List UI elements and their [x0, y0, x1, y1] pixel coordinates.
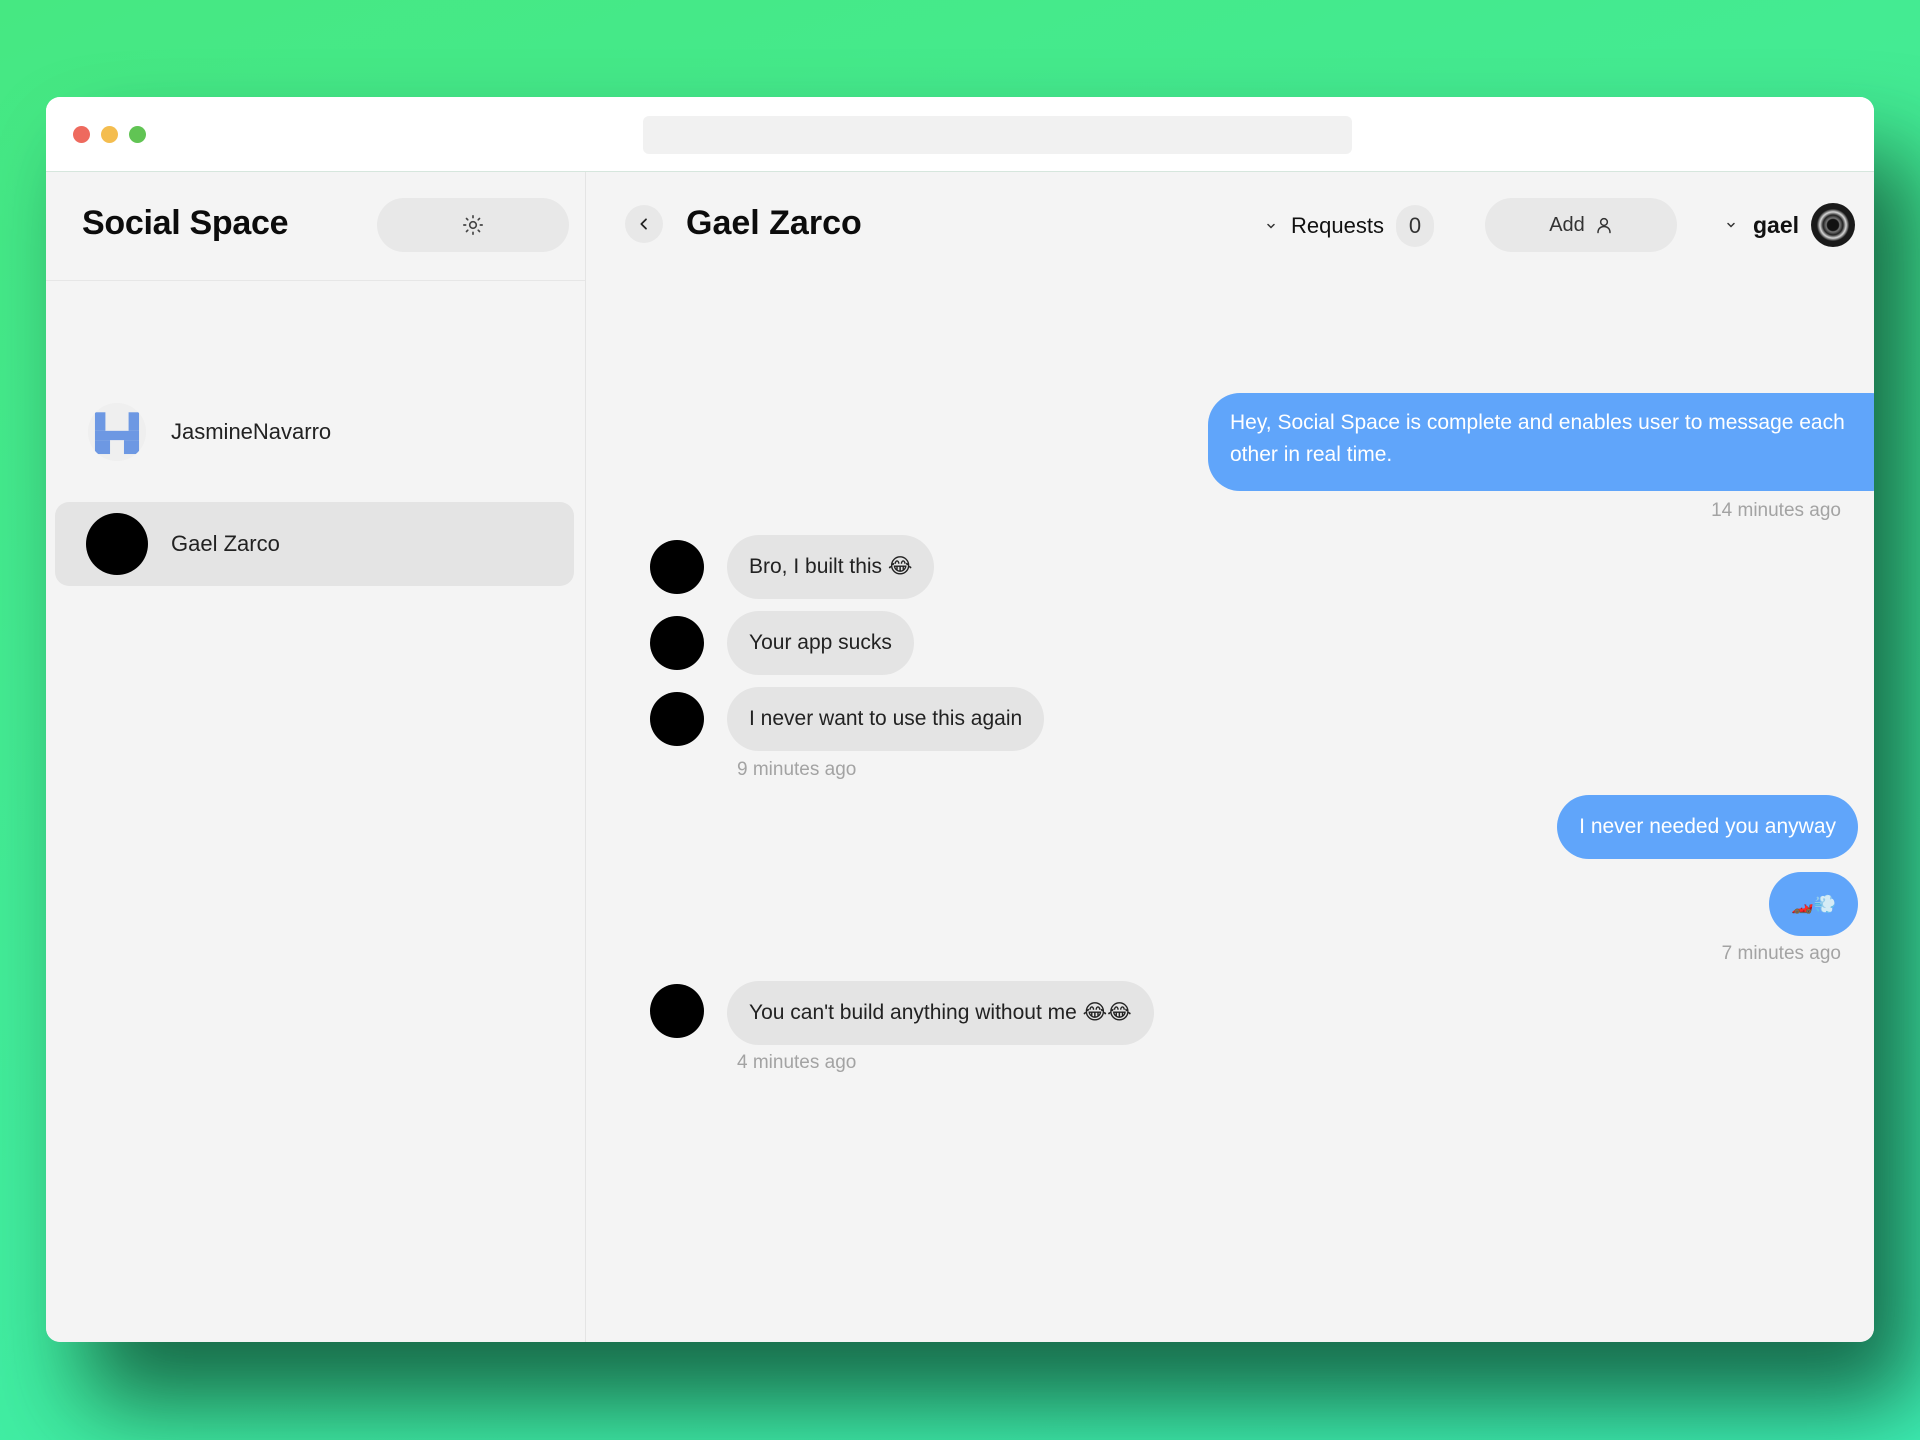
contact-item-jasminenavarro[interactable]: JasmineNavarro: [55, 390, 574, 474]
message-incoming: Your app sucks: [727, 611, 914, 675]
sender-avatar: [650, 616, 704, 670]
minimize-window-button[interactable]: [101, 126, 118, 143]
message-incoming: I never want to use this again: [727, 687, 1045, 751]
message-text: 🏎️💨: [1791, 894, 1836, 914]
theme-toggle-button[interactable]: [377, 198, 569, 252]
contact-item-gael-zarco[interactable]: Gael Zarco: [55, 502, 574, 586]
title-bar: [46, 97, 1874, 172]
avatar: [88, 403, 146, 461]
contact-name: Gael Zarco: [171, 531, 280, 556]
requests-dropdown[interactable]: Requests 0: [1265, 205, 1434, 247]
message-text: You can't build anything without me 😂😂: [749, 1001, 1132, 1024]
sender-avatar: [650, 540, 704, 594]
user-menu[interactable]: gael: [1725, 201, 1856, 249]
message-text: I never want to use this again: [749, 707, 1023, 730]
chevron-down-icon: [1267, 223, 1275, 229]
message-timestamp: 4 minutes ago: [737, 1052, 857, 1073]
message-timestamp: 7 minutes ago: [1721, 943, 1841, 964]
sidebar: Social Space JasmineNavarro Gael Zarco: [46, 172, 586, 1342]
message-incoming: You can't build anything without me 😂😂: [727, 981, 1154, 1045]
sun-icon: [463, 215, 483, 235]
message-outgoing: Hey, Social Space is complete and enable…: [1208, 393, 1874, 491]
add-friend-button[interactable]: Add: [1485, 198, 1677, 252]
chevron-down-icon: [1727, 222, 1735, 228]
add-label: Add: [1549, 213, 1585, 236]
message-outgoing: I never needed you anyway: [1557, 795, 1858, 859]
message-timestamp: 9 minutes ago: [737, 759, 857, 780]
chevron-left-icon: [640, 218, 647, 230]
identicon-icon: [88, 403, 146, 461]
message-text: I never needed you anyway: [1579, 815, 1836, 838]
user-avatar: [1811, 203, 1856, 247]
sender-avatar: [650, 692, 704, 746]
message-text: Your app sucks: [749, 631, 892, 654]
maximize-window-button[interactable]: [129, 126, 146, 143]
chat-panel: Gael Zarco Requests 0 Add gael Hey, Soci…: [587, 172, 1874, 1342]
message-text: Bro, I built this 😂: [749, 555, 913, 578]
sidebar-header: Social Space: [46, 172, 585, 281]
close-window-button[interactable]: [73, 126, 90, 143]
requests-label: Requests: [1291, 213, 1384, 238]
user-icon: [1597, 217, 1611, 234]
address-bar[interactable]: [643, 116, 1352, 154]
back-button[interactable]: [625, 205, 663, 243]
app-window: Social Space JasmineNavarro Gael Zarco G…: [46, 97, 1874, 1342]
message-outgoing: 🏎️💨: [1769, 872, 1858, 936]
message-timestamp: 14 minutes ago: [1711, 500, 1841, 521]
message-incoming: Bro, I built this 😂: [727, 535, 935, 599]
avatar: [86, 513, 148, 575]
chat-title: Gael Zarco: [686, 204, 862, 242]
username: gael: [1753, 211, 1800, 238]
requests-count-badge: 0: [1395, 205, 1434, 247]
app-title: Social Space: [82, 204, 289, 242]
sender-avatar: [650, 984, 704, 1038]
contact-name: JasmineNavarro: [171, 419, 332, 444]
message-text: Hey, Social Space is complete and enable…: [1230, 411, 1845, 466]
